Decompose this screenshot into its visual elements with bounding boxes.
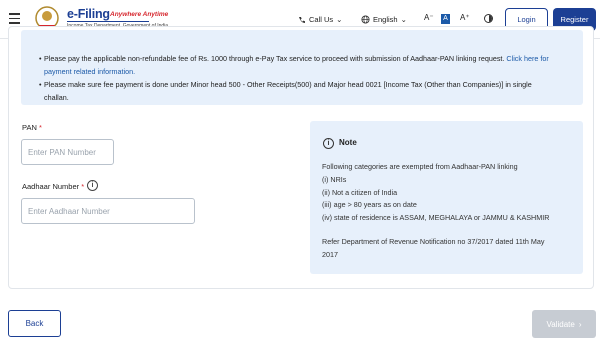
font-decrease-button[interactable]: A⁻ bbox=[424, 13, 434, 22]
hamburger-menu-icon[interactable] bbox=[9, 13, 20, 24]
note-title: Note bbox=[339, 138, 357, 147]
font-increase-button[interactable]: A⁺ bbox=[460, 13, 470, 22]
pan-label-text: PAN bbox=[22, 123, 37, 132]
aadhaar-input[interactable]: Enter Aadhaar Number bbox=[21, 198, 195, 224]
chevron-right-icon: › bbox=[578, 319, 582, 329]
chevron-down-icon: ⌄ bbox=[336, 15, 343, 24]
required-mark: * bbox=[38, 123, 42, 132]
note-item: (iii) age > 80 years as on date bbox=[322, 200, 417, 209]
validate-button[interactable]: Validate › bbox=[532, 310, 596, 338]
pan-input[interactable]: Enter PAN Number bbox=[21, 139, 114, 165]
font-normal-button[interactable]: A bbox=[441, 14, 450, 24]
info-bullet-head: Please make sure fee payment is done und… bbox=[39, 79, 556, 104]
note-item: (iv) state of residence is ASSAM, MEGHAL… bbox=[322, 213, 550, 222]
contrast-toggle-icon[interactable] bbox=[484, 14, 493, 23]
language-dropdown[interactable]: English ⌄ bbox=[361, 15, 407, 24]
logo-tagline: Anywhere Anytime bbox=[110, 11, 169, 18]
info-icon: i bbox=[323, 138, 334, 149]
info-bullet-fee: Please pay the applicable non-refundable… bbox=[39, 53, 556, 78]
note-reference: Refer Department of Revenue Notification… bbox=[322, 237, 545, 246]
required-mark: * bbox=[81, 182, 85, 191]
call-us-dropdown[interactable]: Call Us ⌄ bbox=[298, 15, 342, 24]
pan-label: PAN * bbox=[22, 123, 42, 132]
head-info-text: Please make sure fee payment is done und… bbox=[44, 80, 532, 102]
aadhaar-label-text: Aadhaar Number bbox=[22, 182, 80, 191]
fee-info-text: Please pay the applicable non-refundable… bbox=[44, 54, 505, 63]
logo-text: e-Filing bbox=[67, 7, 110, 21]
call-us-label: Call Us bbox=[309, 15, 334, 24]
note-item: (ii) Not a citizen of India bbox=[322, 188, 398, 197]
info-icon[interactable]: i bbox=[87, 180, 98, 191]
language-label: English bbox=[373, 15, 398, 24]
note-reference-year: 2017 bbox=[322, 250, 338, 259]
globe-icon bbox=[361, 15, 370, 24]
back-button[interactable]: Back bbox=[8, 310, 61, 337]
phone-icon bbox=[299, 16, 305, 23]
aadhaar-label: Aadhaar Number * bbox=[22, 182, 84, 191]
chevron-down-icon: ⌄ bbox=[400, 15, 407, 24]
logo-divider bbox=[67, 21, 149, 22]
note-intro: Following categories are exempted from A… bbox=[322, 162, 518, 171]
note-item: (i) NRIs bbox=[322, 175, 347, 184]
validate-label: Validate bbox=[546, 319, 575, 329]
